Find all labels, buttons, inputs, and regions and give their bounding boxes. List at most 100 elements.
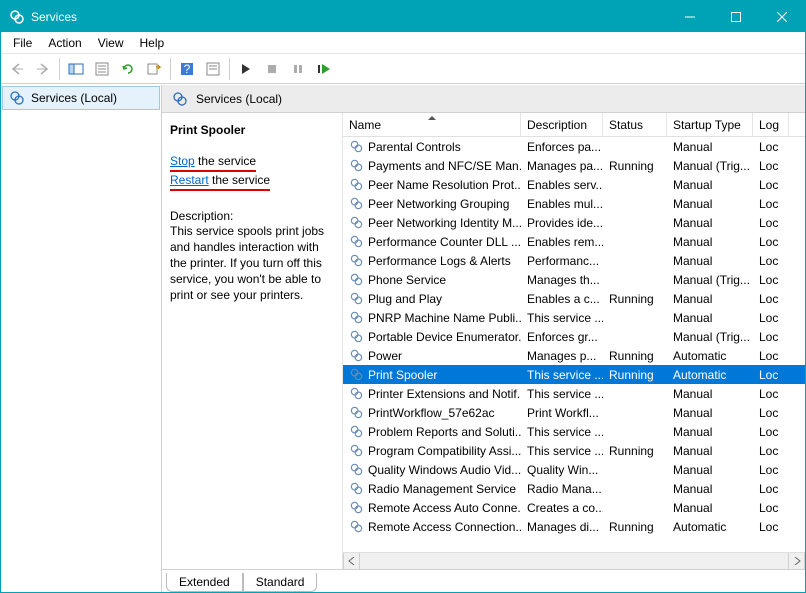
service-description: Creates a co... xyxy=(521,501,603,515)
scroll-left-icon[interactable] xyxy=(343,553,360,569)
refresh-button[interactable] xyxy=(116,57,140,81)
service-row[interactable]: Phone ServiceManages th...Manual (Trig..… xyxy=(343,270,805,289)
service-row[interactable]: Remote Access Auto Conne...Creates a co.… xyxy=(343,498,805,517)
menu-action[interactable]: Action xyxy=(40,34,89,52)
menu-file[interactable]: File xyxy=(5,34,40,52)
gear-icon xyxy=(349,405,364,420)
service-status: Running xyxy=(603,368,667,382)
service-startup: Manual (Trig... xyxy=(667,273,753,287)
service-row[interactable]: Radio Management ServiceRadio Mana...Man… xyxy=(343,479,805,498)
column-name[interactable]: Name xyxy=(343,113,521,136)
service-name: Power xyxy=(368,349,402,363)
forward-button[interactable] xyxy=(31,57,55,81)
pause-service-button[interactable] xyxy=(286,57,310,81)
tab-extended[interactable]: Extended xyxy=(166,573,243,592)
service-row[interactable]: Performance Logs & AlertsPerformanc...Ma… xyxy=(343,251,805,270)
column-startup[interactable]: Startup Type xyxy=(667,113,753,136)
tool-button[interactable] xyxy=(201,57,225,81)
service-row[interactable]: Peer Name Resolution Prot...Enables serv… xyxy=(343,175,805,194)
selected-service-name: Print Spooler xyxy=(170,123,334,137)
back-button[interactable] xyxy=(5,57,29,81)
service-startup: Automatic xyxy=(667,368,753,382)
service-name: Quality Windows Audio Vid... xyxy=(368,463,521,477)
start-service-button[interactable] xyxy=(234,57,258,81)
service-name: Peer Networking Identity M... xyxy=(368,216,521,230)
service-description: Manages pa... xyxy=(521,159,603,173)
service-row[interactable]: Peer Networking Identity M...Provides id… xyxy=(343,213,805,232)
gear-icon xyxy=(349,519,364,534)
gear-icon xyxy=(349,386,364,401)
stop-link[interactable]: Stop xyxy=(170,154,195,168)
service-logon: Loc xyxy=(753,292,789,306)
column-logon[interactable]: Log xyxy=(753,113,789,136)
gear-icon xyxy=(349,272,364,287)
service-description: Performanc... xyxy=(521,254,603,268)
maximize-button[interactable] xyxy=(713,1,759,32)
service-row[interactable]: Payments and NFC/SE Man...Manages pa...R… xyxy=(343,156,805,175)
scroll-right-icon[interactable] xyxy=(788,553,805,569)
service-status: Running xyxy=(603,159,667,173)
service-name: Plug and Play xyxy=(368,292,442,306)
restart-service-button[interactable] xyxy=(312,57,336,81)
service-name: Performance Counter DLL ... xyxy=(368,235,521,249)
description-label: Description: xyxy=(170,209,334,223)
service-row[interactable]: Quality Windows Audio Vid...Quality Win.… xyxy=(343,460,805,479)
service-row[interactable]: Problem Reports and Soluti...This servic… xyxy=(343,422,805,441)
service-name: Print Spooler xyxy=(368,368,437,382)
toolbar-separator xyxy=(229,58,230,80)
horizontal-scrollbar[interactable] xyxy=(343,552,805,569)
service-name: Program Compatibility Assi... xyxy=(368,444,521,458)
services-icon xyxy=(172,91,188,107)
service-name: Remote Access Connection... xyxy=(368,520,521,534)
help-button[interactable]: ? xyxy=(175,57,199,81)
menu-view[interactable]: View xyxy=(90,34,132,52)
service-row[interactable]: Remote Access Connection...Manages di...… xyxy=(343,517,805,536)
service-startup: Manual xyxy=(667,311,753,325)
tree-item-services-local[interactable]: Services (Local) xyxy=(2,86,160,110)
column-description[interactable]: Description xyxy=(521,113,603,136)
service-logon: Loc xyxy=(753,311,789,325)
service-row[interactable]: Plug and PlayEnables a c...RunningManual… xyxy=(343,289,805,308)
export-list-button[interactable] xyxy=(142,57,166,81)
gear-icon xyxy=(349,310,364,325)
restart-link[interactable]: Restart xyxy=(170,173,209,187)
menu-help[interactable]: Help xyxy=(132,34,173,52)
service-logon: Loc xyxy=(753,140,789,154)
service-status: Running xyxy=(603,444,667,458)
service-status: Running xyxy=(603,520,667,534)
service-description: Provides ide... xyxy=(521,216,603,230)
service-logon: Loc xyxy=(753,216,789,230)
service-row[interactable]: PowerManages p...RunningAutomaticLoc xyxy=(343,346,805,365)
service-startup: Manual xyxy=(667,235,753,249)
service-row[interactable]: Portable Device Enumerator...Enforces gr… xyxy=(343,327,805,346)
service-row[interactable]: Performance Counter DLL ...Enables rem..… xyxy=(343,232,805,251)
tab-standard[interactable]: Standard xyxy=(243,573,318,592)
services-icon xyxy=(9,90,25,106)
titlebar: Services xyxy=(1,1,805,32)
service-row[interactable]: Peer Networking GroupingEnables mul...Ma… xyxy=(343,194,805,213)
service-description: This service ... xyxy=(521,311,603,325)
close-button[interactable] xyxy=(759,1,805,32)
service-row[interactable]: Print SpoolerThis service ...RunningAuto… xyxy=(343,365,805,384)
minimize-button[interactable] xyxy=(667,1,713,32)
service-row[interactable]: PrintWorkflow_57e62acPrint Workfl...Manu… xyxy=(343,403,805,422)
scrollbar-track[interactable] xyxy=(360,553,788,569)
gear-icon xyxy=(349,348,364,363)
right-pane-title: Services (Local) xyxy=(196,92,282,106)
stop-service-button[interactable] xyxy=(260,57,284,81)
service-row[interactable]: PNRP Machine Name Publi...This service .… xyxy=(343,308,805,327)
service-logon: Loc xyxy=(753,197,789,211)
service-logon: Loc xyxy=(753,159,789,173)
service-row[interactable]: Program Compatibility Assi...This servic… xyxy=(343,441,805,460)
service-row[interactable]: Printer Extensions and Notif...This serv… xyxy=(343,384,805,403)
show-hide-tree-button[interactable] xyxy=(64,57,88,81)
service-logon: Loc xyxy=(753,482,789,496)
view-tabs: Extended Standard xyxy=(162,569,805,592)
service-name: PNRP Machine Name Publi... xyxy=(368,311,521,325)
column-status[interactable]: Status xyxy=(603,113,667,136)
properties-button[interactable] xyxy=(90,57,114,81)
service-name: Radio Management Service xyxy=(368,482,516,496)
service-logon: Loc xyxy=(753,501,789,515)
service-row[interactable]: Parental ControlsEnforces pa...ManualLoc xyxy=(343,137,805,156)
service-description: Manages th... xyxy=(521,273,603,287)
